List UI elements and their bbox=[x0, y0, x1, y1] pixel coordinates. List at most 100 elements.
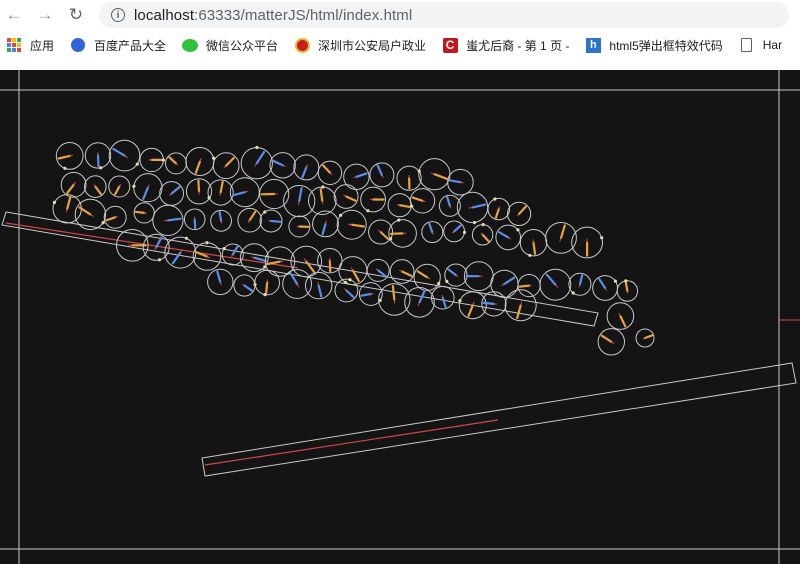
ball-velocity-indicator bbox=[147, 184, 150, 188]
ball-angle-indicator bbox=[471, 203, 487, 209]
ball-angle-indicator bbox=[350, 223, 365, 228]
physics-ball bbox=[606, 302, 635, 330]
physics-ball bbox=[545, 222, 577, 254]
physics-ball bbox=[635, 328, 655, 348]
ball-angle-indicator bbox=[433, 173, 448, 180]
bookmark-har[interactable]: Har bbox=[739, 37, 782, 53]
physics-ball bbox=[84, 175, 107, 198]
bookmark-chiyou[interactable]: C 蚩尤后裔 - 第 1 页 - bbox=[442, 37, 569, 54]
contact-point bbox=[184, 236, 188, 240]
ball-angle-indicator bbox=[559, 224, 566, 239]
ball-velocity-indicator bbox=[399, 269, 403, 272]
ball-angle-indicator bbox=[360, 292, 372, 297]
address-bar[interactable]: i localhost:63333/matterJS/html/index.ht… bbox=[99, 2, 789, 28]
ball-angle-indicator bbox=[219, 180, 224, 194]
ball-angle-indicator bbox=[253, 256, 267, 262]
contact-point bbox=[263, 210, 267, 214]
bookmark-baidu[interactable]: 百度产品大全 bbox=[70, 37, 166, 54]
physics-ball bbox=[305, 271, 333, 300]
physics-ball bbox=[463, 261, 494, 292]
physics-ball bbox=[409, 188, 436, 214]
bookmark-apps[interactable]: 应用 bbox=[6, 37, 54, 54]
physics-ball bbox=[269, 152, 296, 179]
ball-angle-indicator bbox=[428, 222, 434, 234]
physics-ball bbox=[456, 191, 489, 225]
info-icon[interactable]: i bbox=[111, 8, 125, 22]
ball-velocity-indicator bbox=[124, 155, 129, 159]
ball-angle-indicator bbox=[319, 187, 324, 202]
ball-velocity-indicator bbox=[375, 268, 379, 271]
ball-velocity-indicator bbox=[231, 254, 234, 258]
physics-ball bbox=[597, 328, 625, 356]
physics-ball bbox=[293, 154, 320, 181]
ball-velocity-indicator bbox=[206, 256, 211, 259]
arrow-left-icon[interactable]: ← bbox=[3, 4, 25, 26]
physics-ball bbox=[369, 162, 395, 188]
ball-angle-indicator bbox=[57, 154, 71, 160]
bookmark-label: 应用 bbox=[30, 38, 55, 53]
contact-point bbox=[600, 236, 604, 240]
physics-ball bbox=[139, 147, 165, 173]
contact-point bbox=[366, 209, 370, 213]
ball-angle-indicator bbox=[269, 219, 282, 223]
contact-point bbox=[571, 291, 575, 295]
physics-ball bbox=[338, 256, 368, 286]
contact-point bbox=[339, 213, 343, 217]
bookmark-label: html5弹出框特效代码 bbox=[609, 38, 723, 53]
ball-angle-indicator bbox=[197, 179, 201, 193]
contact-point bbox=[445, 279, 449, 283]
physics-ball bbox=[333, 184, 359, 209]
physics-ball bbox=[487, 197, 511, 221]
contact-point bbox=[52, 200, 57, 205]
reload-icon[interactable]: ↻ bbox=[65, 4, 87, 26]
bookmark-label: 百度产品大全 bbox=[94, 38, 167, 53]
bookmark-label: 蚩尤后裔 - 第 1 页 - bbox=[466, 38, 570, 53]
contact-point bbox=[613, 279, 618, 283]
contact-point bbox=[132, 184, 136, 188]
ball-angle-indicator bbox=[105, 216, 117, 222]
ball-velocity-indicator bbox=[118, 183, 122, 187]
url-text[interactable]: localhost:63333/matterJS/html/index.html bbox=[134, 7, 412, 24]
ball-angle-indicator bbox=[376, 164, 383, 177]
bookmark-html5[interactable]: h html5弹出框特效代码 bbox=[585, 37, 723, 54]
physics-ball bbox=[504, 289, 537, 322]
ball-angle-indicator bbox=[448, 179, 462, 184]
arrow-right-icon[interactable]: → bbox=[34, 4, 56, 26]
ball-angle-indicator bbox=[66, 195, 72, 210]
ball-angle-indicator bbox=[96, 154, 100, 168]
ball-angle-indicator bbox=[481, 233, 490, 243]
ball-angle-indicator bbox=[155, 236, 163, 249]
bookmarks-bar: 应用 百度产品大全 微信公众平台 深圳市公安局户政业 C 蚩尤后裔 - 第 1 … bbox=[0, 30, 800, 60]
ball-angle-indicator bbox=[355, 172, 368, 178]
physics-canvas[interactable] bbox=[0, 70, 800, 564]
ball-angle-indicator bbox=[168, 156, 178, 165]
contact-point bbox=[99, 166, 103, 170]
ball-angle-indicator bbox=[345, 289, 355, 299]
ball-velocity-indicator bbox=[247, 219, 251, 224]
url-path: :63333/matterJS/html/index.html bbox=[194, 6, 413, 24]
ball-velocity-indicator bbox=[455, 274, 459, 278]
document-icon bbox=[739, 37, 755, 53]
physics-ball bbox=[336, 209, 367, 240]
physics-ball bbox=[387, 193, 412, 218]
ball-angle-indicator bbox=[298, 186, 303, 203]
ball-velocity-indicator bbox=[199, 158, 202, 162]
physics-ball bbox=[133, 202, 155, 224]
ball-velocity-indicator bbox=[90, 213, 94, 217]
page-top-margin bbox=[0, 60, 800, 70]
ball-angle-indicator bbox=[379, 230, 390, 241]
bookmark-police[interactable]: 深圳市公安局户政业 bbox=[294, 37, 426, 54]
ball-velocity-indicator bbox=[241, 283, 245, 286]
ball-angle-indicator bbox=[194, 160, 201, 174]
physics-ball bbox=[60, 171, 87, 198]
physics-ball bbox=[517, 274, 541, 298]
contact-point bbox=[516, 228, 520, 232]
physics-ball bbox=[312, 210, 339, 238]
ball-velocity-indicator bbox=[381, 174, 384, 178]
physics-ball bbox=[421, 221, 444, 244]
physics-ball bbox=[183, 208, 206, 231]
physics-world[interactable] bbox=[0, 70, 800, 564]
physics-ball bbox=[283, 185, 316, 218]
bookmark-wechat[interactable]: 微信公众平台 bbox=[182, 37, 278, 54]
physics-ball bbox=[539, 268, 572, 301]
